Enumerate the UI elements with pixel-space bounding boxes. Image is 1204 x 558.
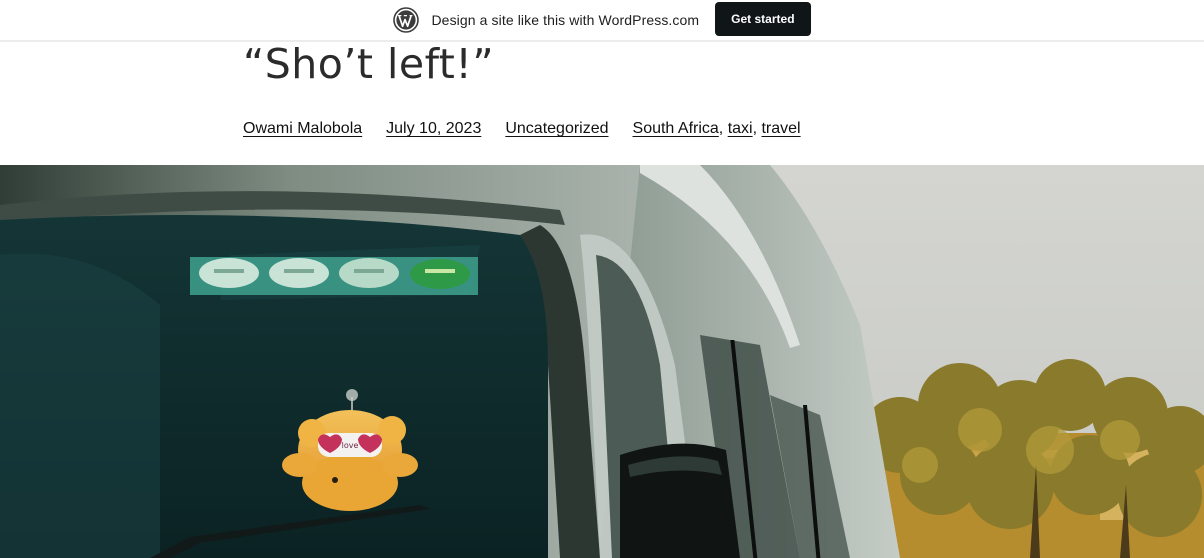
windshield-stickers xyxy=(190,257,478,295)
wordpress-banner: Design a site like this with WordPress.c… xyxy=(0,0,1204,42)
category-link[interactable]: Uncategorized xyxy=(505,120,608,138)
get-started-button[interactable]: Get started xyxy=(715,2,811,36)
wordpress-logo-icon[interactable] xyxy=(393,7,420,33)
post-meta: Owami Malobola July 10, 2023 Uncategoriz… xyxy=(243,120,801,138)
tag-link[interactable]: taxi xyxy=(728,120,753,138)
post-title: “Sho’t left!” xyxy=(243,40,495,88)
banner-text: Design a site like this with WordPress.c… xyxy=(431,12,700,28)
sticker-text: love xyxy=(342,441,359,450)
taxi-photo: love xyxy=(0,165,1204,558)
tag-link[interactable]: travel xyxy=(761,120,800,138)
tag-link[interactable]: South Africa xyxy=(633,120,719,138)
side-mirror xyxy=(620,443,740,558)
featured-image: love xyxy=(0,165,1204,558)
author-link[interactable]: Owami Malobola xyxy=(243,120,362,138)
date-link[interactable]: July 10, 2023 xyxy=(386,120,481,138)
